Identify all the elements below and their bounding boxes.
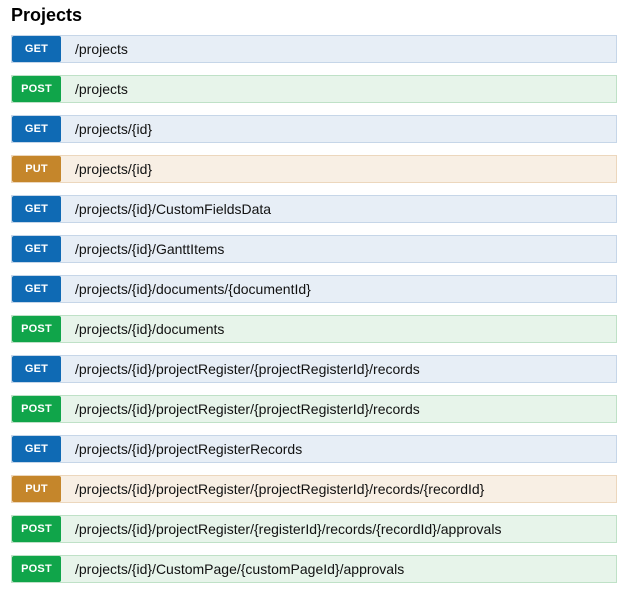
operation-row[interactable]: GET /projects/{id}/CustomFieldsData (11, 195, 617, 223)
method-badge: GET (12, 276, 61, 302)
operation-path[interactable]: /projects/{id}/CustomFieldsData (75, 201, 271, 217)
method-badge: POST (12, 76, 61, 102)
operation-path[interactable]: /projects (75, 41, 128, 57)
method-badge: GET (12, 116, 61, 142)
operation-row[interactable]: GET /projects (11, 35, 617, 63)
method-badge: POST (12, 316, 61, 342)
operation-row[interactable]: POST /projects/{id}/projectRegister/{reg… (11, 515, 617, 543)
method-badge: PUT (12, 156, 61, 182)
section-title[interactable]: Projects (11, 4, 82, 26)
method-badge: POST (12, 396, 61, 422)
operation-path[interactable]: /projects/{id}/projectRegister/{projectR… (75, 361, 420, 377)
operation-row[interactable]: POST /projects/{id}/CustomPage/{customPa… (11, 555, 617, 583)
operation-path[interactable]: /projects/{id}/GanttItems (75, 241, 224, 257)
operation-path[interactable]: /projects/{id}/documents (75, 321, 224, 337)
method-badge: PUT (12, 476, 61, 502)
operation-path[interactable]: /projects/{id}/projectRegisterRecords (75, 441, 302, 457)
operation-path[interactable]: /projects/{id}/documents/{documentId} (75, 281, 311, 297)
operation-path[interactable]: /projects (75, 81, 128, 97)
method-badge: POST (12, 516, 61, 542)
operation-path[interactable]: /projects/{id} (75, 121, 152, 137)
operation-path[interactable]: /projects/{id}/projectRegister/{register… (75, 521, 501, 537)
operation-row[interactable]: GET /projects/{id}/documents/{documentId… (11, 275, 617, 303)
method-badge: POST (12, 556, 61, 582)
operation-row[interactable]: GET /projects/{id} (11, 115, 617, 143)
operation-path[interactable]: /projects/{id} (75, 161, 152, 177)
operations-list: GET /projects POST /projects GET /projec… (11, 35, 617, 595)
operation-row[interactable]: POST /projects (11, 75, 617, 103)
operation-row[interactable]: POST /projects/{id}/projectRegister/{pro… (11, 395, 617, 423)
method-badge: GET (12, 196, 61, 222)
operation-row[interactable]: PUT /projects/{id} (11, 155, 617, 183)
method-badge: GET (12, 36, 61, 62)
operation-row[interactable]: POST /projects/{id}/documents (11, 315, 617, 343)
method-badge: GET (12, 236, 61, 262)
operation-row[interactable]: GET /projects/{id}/projectRegisterRecord… (11, 435, 617, 463)
operation-row[interactable]: GET /projects/{id}/projectRegister/{proj… (11, 355, 617, 383)
method-badge: GET (12, 436, 61, 462)
operation-path[interactable]: /projects/{id}/projectRegister/{projectR… (75, 481, 484, 497)
operation-path[interactable]: /projects/{id}/projectRegister/{projectR… (75, 401, 420, 417)
method-badge: GET (12, 356, 61, 382)
operation-row[interactable]: PUT /projects/{id}/projectRegister/{proj… (11, 475, 617, 503)
operation-path[interactable]: /projects/{id}/CustomPage/{customPageId}… (75, 561, 404, 577)
operation-row[interactable]: GET /projects/{id}/GanttItems (11, 235, 617, 263)
